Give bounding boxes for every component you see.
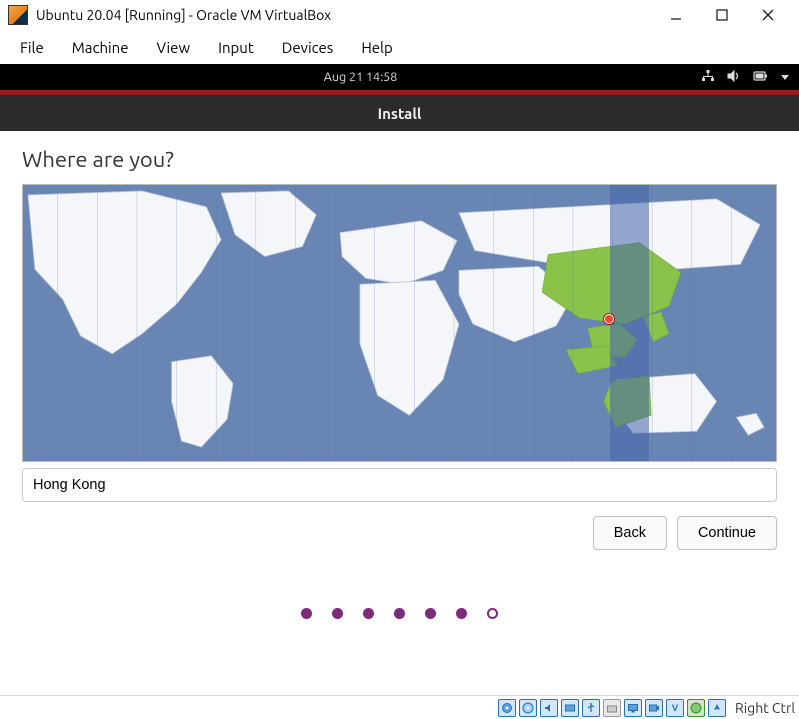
menu-help[interactable]: Help [347, 33, 406, 62]
window-title: Ubuntu 20.04 [Running] - Oracle VM Virtu… [36, 7, 331, 23]
timezone-map[interactable] [22, 184, 777, 462]
installer-content: Where are you? [0, 131, 799, 619]
nav-buttons: Back Continue [22, 516, 777, 560]
progress-dot [332, 608, 343, 619]
hostkey-label: Right Ctrl [735, 700, 795, 716]
vbox-menubar: File Machine View Input Devices Help [0, 30, 799, 64]
ubuntu-topbar: Aug 21 14:58 [0, 64, 799, 90]
progress-dot [394, 608, 405, 619]
system-tray[interactable] [701, 69, 799, 86]
menu-devices[interactable]: Devices [268, 33, 348, 62]
vboxvm-indicator-icon[interactable]: V [666, 699, 684, 717]
battery-icon [753, 70, 769, 85]
recording-icon[interactable] [645, 699, 663, 717]
guest-additions-icon[interactable] [687, 699, 705, 717]
menu-view[interactable]: View [143, 33, 205, 62]
vbox-titlebar: Ubuntu 20.04 [Running] - Oracle VM Virtu… [0, 0, 799, 30]
menu-file[interactable]: File [6, 33, 58, 62]
virtualbox-logo-icon [8, 5, 28, 25]
progress-dot [301, 608, 312, 619]
window-minimize-button[interactable] [653, 1, 699, 29]
window-maximize-button[interactable] [699, 1, 745, 29]
hard-disk-icon[interactable] [498, 699, 516, 717]
install-header: Install [0, 95, 799, 131]
window-close-button[interactable] [745, 1, 791, 29]
continue-button[interactable]: Continue [677, 516, 777, 550]
network-adapter-icon[interactable] [561, 699, 579, 717]
progress-dot [487, 608, 498, 619]
audio-icon[interactable] [540, 699, 558, 717]
chevron-down-icon [781, 75, 789, 80]
vbox-statusbar: V Right Ctrl [0, 695, 799, 719]
menu-input[interactable]: Input [204, 33, 268, 62]
timezone-input[interactable] [22, 468, 777, 502]
network-icon [701, 69, 715, 86]
clock[interactable]: Aug 21 14:58 [20, 70, 701, 84]
progress-dot [456, 608, 467, 619]
progress-dot [363, 608, 374, 619]
mouse-integration-icon[interactable] [708, 699, 726, 717]
display-icon[interactable] [624, 699, 642, 717]
page-title: Where are you? [22, 147, 777, 172]
back-button[interactable]: Back [593, 516, 667, 550]
shared-folder-icon[interactable] [603, 699, 621, 717]
location-pin-icon [604, 314, 614, 324]
usb-icon[interactable] [582, 699, 600, 717]
menu-machine[interactable]: Machine [58, 33, 143, 62]
volume-icon [727, 69, 741, 86]
world-map-svg [23, 185, 776, 461]
optical-disc-icon[interactable] [519, 699, 537, 717]
progress-dots [22, 608, 777, 619]
progress-dot [425, 608, 436, 619]
